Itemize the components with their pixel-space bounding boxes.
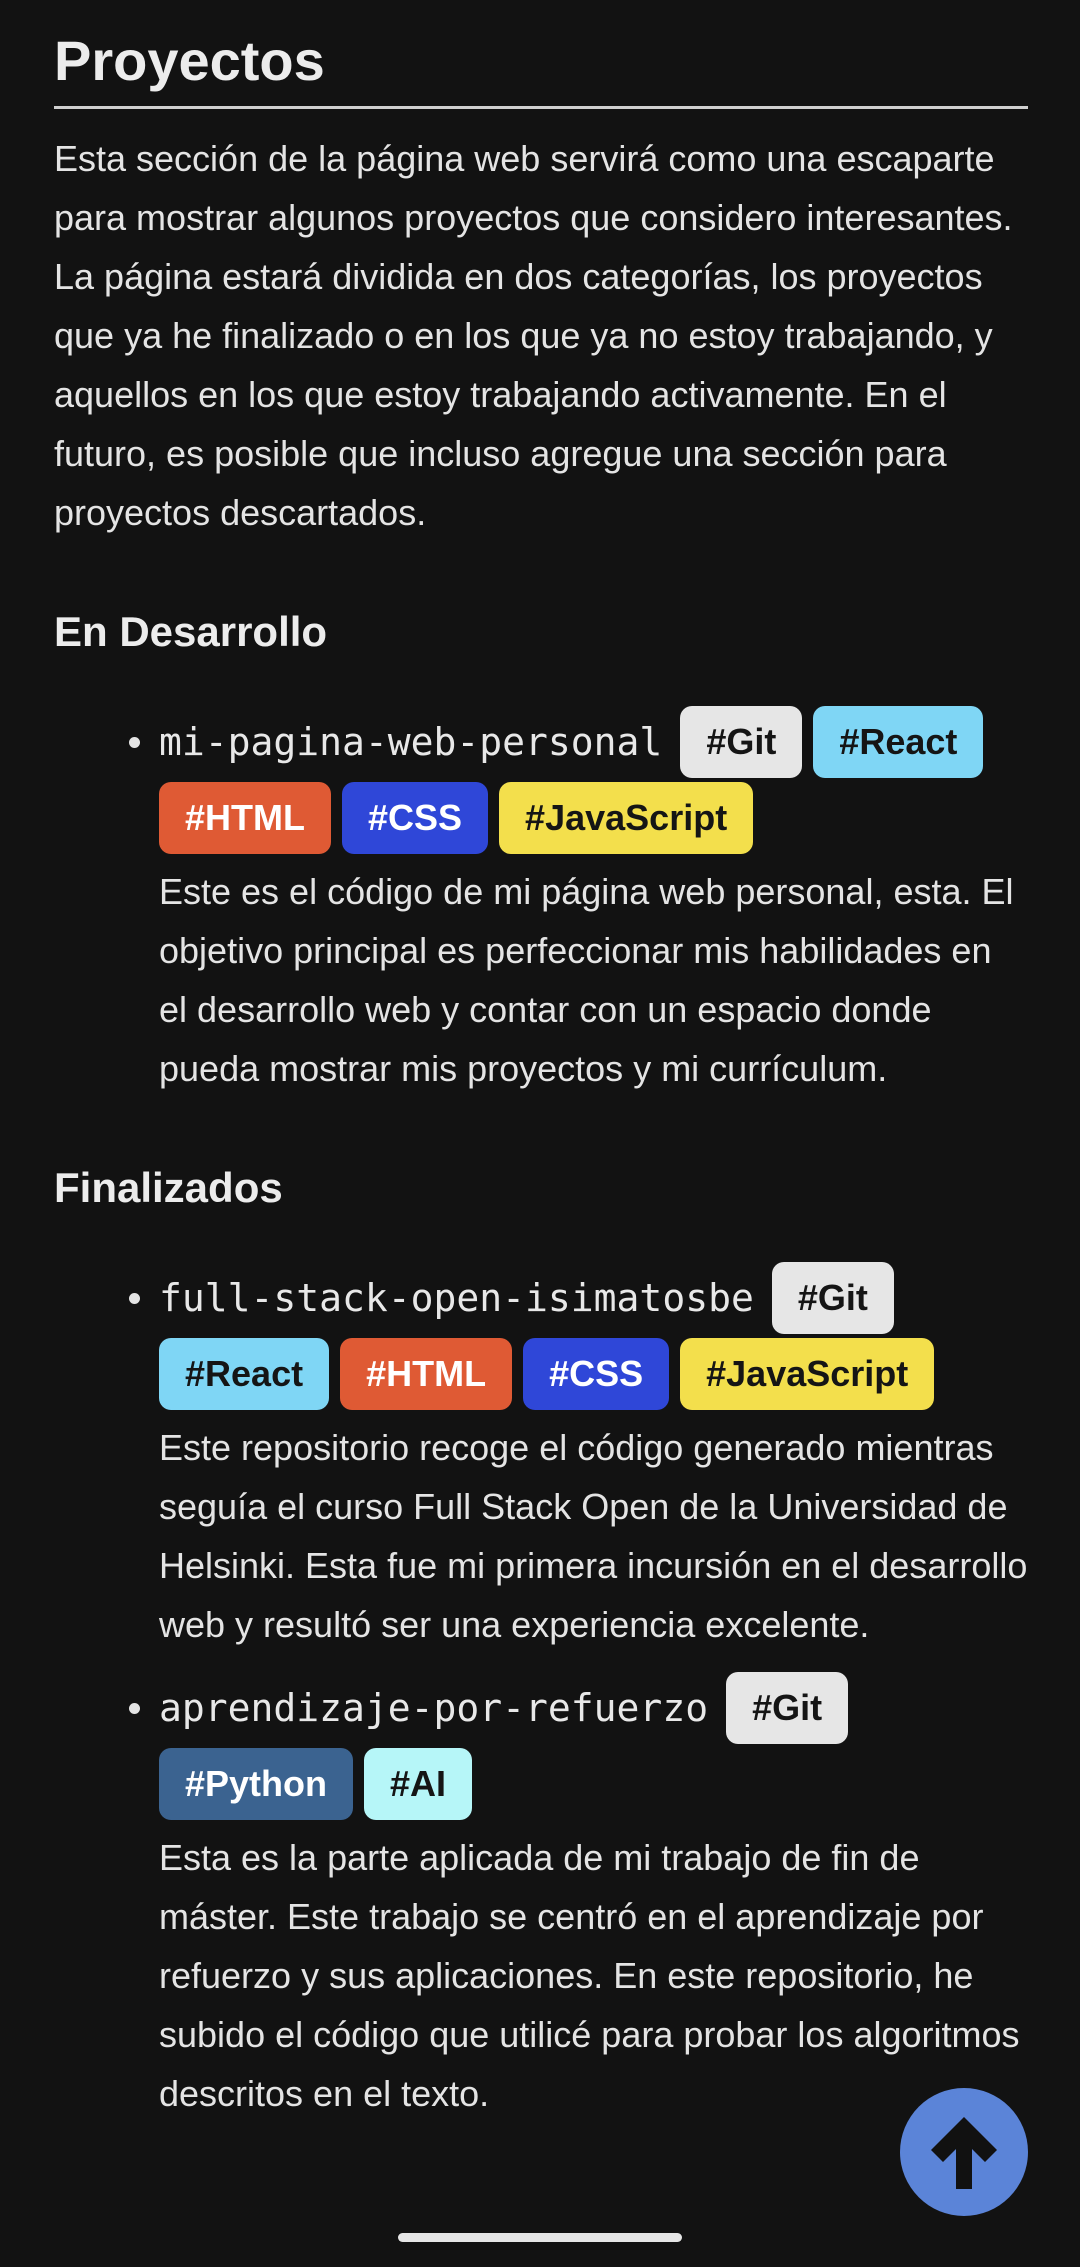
- page-title: Proyectos: [54, 0, 1028, 109]
- section-heading: Finalizados: [54, 1164, 283, 1211]
- tag-html: #HTML: [159, 782, 331, 854]
- project-repo-link[interactable]: mi-pagina-web-personal: [159, 720, 662, 764]
- project-description: Este es el código de mi página web perso…: [159, 871, 1014, 1089]
- project-item: full-stack-open-isimatosbe #Git #React #HTM…: [129, 1260, 1028, 1654]
- tag-html: #HTML: [340, 1338, 513, 1410]
- tag-python: #Python: [159, 1748, 354, 1820]
- project-title-line: full-stack-open-isimatosbe #Git #React #HTM…: [159, 1260, 1028, 1412]
- project-description: Este repositorio recoge el código genera…: [159, 1427, 1028, 1645]
- tag-ai: #AI: [364, 1748, 473, 1820]
- section-heading: En Desarrollo: [54, 608, 328, 655]
- project-item: mi-pagina-web-personal #Git #React #HTML #CS…: [129, 704, 1028, 1098]
- tag-git: #Git: [771, 1262, 894, 1334]
- project-repo-link[interactable]: full-stack-open-isimatosbe: [159, 1276, 754, 1320]
- arrow-up-icon: [931, 2117, 997, 2189]
- project-list: full-stack-open-isimatosbe #Git #React #HTM…: [54, 1260, 1028, 2123]
- tag-react: #React: [159, 1338, 330, 1410]
- scroll-to-top-button[interactable]: [900, 2088, 1028, 2216]
- tag-react: #React: [813, 706, 984, 778]
- tag-css: #CSS: [523, 1338, 670, 1410]
- projects-page: Proyectos Esta sección de la página web …: [54, 0, 1028, 2139]
- tag-javascript: #JavaScript: [680, 1338, 935, 1410]
- tag-javascript: #JavaScript: [499, 782, 754, 854]
- project-sections: En Desarrollo mi-pagina-web-personal #Git #…: [54, 602, 1028, 2123]
- tag-css: #CSS: [342, 782, 489, 854]
- tag-git: #Git: [726, 1672, 849, 1744]
- project-description: Esta es la parte aplicada de mi trabajo …: [159, 1837, 1020, 2114]
- page-intro: Esta sección de la página web servirá co…: [54, 138, 1013, 533]
- project-title-line: aprendizaje-por-refuerzo #Git #Python #AI: [159, 1670, 1028, 1822]
- project-list: mi-pagina-web-personal #Git #React #HTML #CS…: [54, 704, 1028, 1098]
- project-item: aprendizaje-por-refuerzo #Git #Python #AI Es…: [129, 1670, 1028, 2123]
- project-repo-link[interactable]: aprendizaje-por-refuerzo: [159, 1686, 708, 1730]
- project-title-line: mi-pagina-web-personal #Git #React #HTML #CS…: [159, 704, 1028, 856]
- tag-git: #Git: [680, 706, 803, 778]
- navigation-gesture-bar[interactable]: [398, 2233, 682, 2242]
